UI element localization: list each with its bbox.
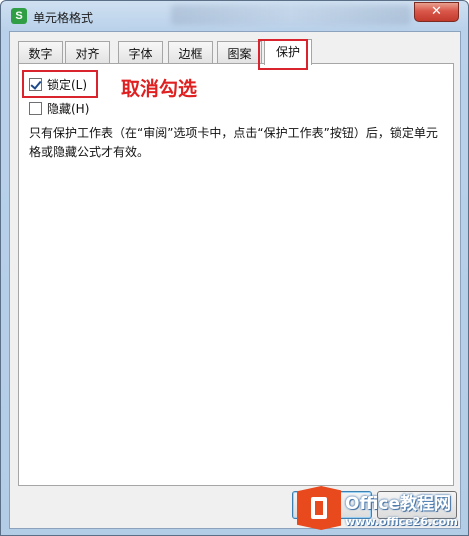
hidden-label: 隐藏(H) — [47, 102, 90, 116]
tab-number[interactable]: 数字 — [18, 41, 63, 63]
tab-label: 保护 — [275, 45, 300, 59]
tab-label: 对齐 — [75, 47, 100, 61]
tab-protection[interactable]: 保护 — [264, 39, 312, 65]
locked-checkbox[interactable] — [29, 78, 42, 91]
tab-alignment[interactable]: 对齐 — [65, 41, 110, 63]
tab-border[interactable]: 边框 — [168, 41, 213, 63]
tab-label: 数字 — [28, 47, 53, 61]
close-icon: ✕ — [431, 4, 442, 19]
tab-font[interactable]: 字体 — [118, 41, 163, 63]
uncheck-annotation: 取消勾选 — [121, 78, 198, 100]
watermark-title: Office教程网 — [345, 493, 452, 514]
locked-label: 锁定(L) — [47, 78, 88, 92]
watermark-url: www.office26.com — [345, 514, 458, 528]
protection-description: 只有保护工作表（在“审阅”选项卡中，点击“保护工作表”按钮）后，锁定单元格或隐藏… — [29, 126, 438, 159]
title-bar[interactable]: S 单元格格式 ✕ — [1, 1, 469, 31]
protection-panel: 锁定(L) 取消勾选 隐藏(H) 只有保护工作表（在“审阅”选项卡中，点击“保护… — [18, 63, 454, 486]
tab-label: 字体 — [128, 47, 153, 61]
hidden-option[interactable]: 隐藏(H) — [29, 100, 89, 117]
tab-label: 边框 — [178, 47, 203, 61]
dialog-title: 单元格格式 — [33, 11, 94, 25]
dialog-body: 数字 对齐 字体 边框 图案 保护 锁定(L) 取消勾选 隐藏(H) 只有保护工… — [9, 31, 461, 529]
locked-option[interactable]: 锁定(L) — [29, 76, 87, 93]
office26-watermark: Office教程网 www.office26.com — [297, 484, 465, 532]
office-logo-icon — [297, 486, 341, 530]
watermark-text: Office教程网 www.office26.com — [345, 489, 458, 528]
tab-pattern[interactable]: 图案 — [217, 41, 262, 63]
format-cells-dialog: S 单元格格式 ✕ 数字 对齐 字体 边框 图案 保护 锁定(L) 取消勾选 隐… — [0, 0, 469, 536]
tab-label: 图案 — [227, 47, 252, 61]
office-logo-mark — [311, 497, 327, 519]
hidden-checkbox[interactable] — [29, 102, 42, 115]
close-button[interactable]: ✕ — [414, 2, 459, 22]
wps-spreadsheet-icon: S — [11, 8, 27, 24]
blurred-background — [171, 5, 411, 25]
